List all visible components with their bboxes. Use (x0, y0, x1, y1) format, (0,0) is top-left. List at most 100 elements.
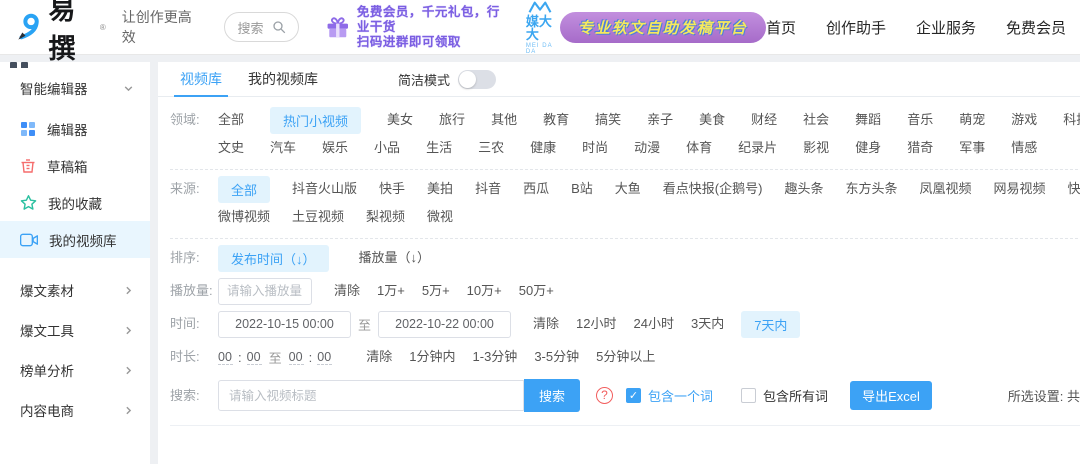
source-chip[interactable]: 东方头条 (845, 175, 897, 203)
source-chip[interactable]: 抖音火山版 (292, 175, 357, 203)
export-excel-button[interactable]: 导出Excel (850, 381, 932, 410)
duration-option[interactable]: 5分钟以上 (596, 343, 655, 371)
category-chip[interactable]: 时尚 (582, 134, 608, 162)
source-chip[interactable]: 快手 (379, 175, 405, 203)
category-chip[interactable]: 社会 (803, 106, 829, 134)
category-chip[interactable]: 全部 (218, 106, 244, 134)
source-chip[interactable]: 微视 (427, 203, 453, 231)
source-chip[interactable]: 美拍 (427, 175, 453, 203)
category-chip[interactable]: 汽车 (270, 134, 296, 162)
duration-from-sec-input[interactable] (247, 350, 262, 365)
sidebar-item-my-video-library[interactable]: 我的视频库 (0, 221, 150, 258)
sidebar-section-hot-materials[interactable]: 爆文素材 (0, 270, 150, 310)
category-chip[interactable]: 纪录片 (738, 134, 777, 162)
category-chip[interactable]: 动漫 (634, 134, 660, 162)
source-chip[interactable]: 梨视频 (366, 203, 405, 231)
duration-to-sec-input[interactable] (317, 350, 332, 365)
category-chip[interactable]: 旅行 (439, 106, 465, 134)
source-chip[interactable]: B站 (571, 175, 593, 203)
source-chip[interactable]: 西瓜 (523, 175, 549, 203)
category-chip[interactable]: 搞笑 (595, 106, 621, 134)
time-option[interactable]: 清除 (533, 310, 559, 338)
sidebar-item-drafts[interactable]: 草稿箱 (0, 147, 150, 184)
include-one-word-checkbox[interactable]: ✓ 包含一个词 (626, 386, 713, 405)
sidebar-group-smart-editor[interactable]: 智能编辑器 (0, 62, 150, 110)
source-chip[interactable]: 趣头条 (784, 175, 823, 203)
source-chip[interactable]: 抖音 (475, 175, 501, 203)
category-chip[interactable]: 文史 (218, 134, 244, 162)
source-chip[interactable]: 土豆视频 (292, 203, 344, 231)
source-chip[interactable]: 凤凰视频 (919, 175, 971, 203)
sidebar-item-favorites[interactable]: 我的收藏 (0, 184, 150, 221)
source-chip[interactable]: 微博视频 (218, 203, 270, 231)
plays-option[interactable]: 5万+ (422, 277, 450, 305)
plays-option[interactable]: 清除 (334, 277, 360, 305)
source-chip[interactable]: 网易视频 (994, 175, 1046, 203)
category-chip[interactable]: 体育 (686, 134, 712, 162)
duration-option[interactable]: 清除 (366, 343, 392, 371)
time-to-input[interactable] (378, 311, 511, 338)
category-chip[interactable]: 萌宠 (959, 106, 985, 134)
category-chip[interactable]: 美食 (699, 106, 725, 134)
time-from-input[interactable] (218, 311, 351, 338)
time-option[interactable]: 3天内 (691, 310, 724, 338)
sidebar-section-ecommerce[interactable]: 内容电商 (0, 390, 150, 430)
duration-option[interactable]: 3-5分钟 (534, 343, 579, 371)
include-all-words-checkbox[interactable]: 包含所有词 (741, 386, 828, 405)
category-chip[interactable]: 舞蹈 (855, 106, 881, 134)
promo-group-banner[interactable]: 免费会员，千元礼包，行业干货 扫码进群即可领取 (325, 5, 512, 50)
category-chip[interactable]: 娱乐 (322, 134, 348, 162)
sort-chip[interactable]: 播放量（↓） (359, 244, 431, 272)
nav-item[interactable]: 企业服务 (916, 17, 976, 38)
time-option[interactable]: 7天内 (741, 311, 800, 338)
tab-video-library[interactable]: 视频库 (180, 62, 222, 97)
sidebar-section-rankings[interactable]: 榜单分析 (0, 350, 150, 390)
plays-option[interactable]: 1万+ (377, 277, 405, 305)
simple-mode-toggle[interactable] (458, 70, 496, 89)
header-search[interactable]: 搜索 (224, 12, 300, 42)
nav-item[interactable]: 首页 (766, 17, 796, 38)
category-chip[interactable]: 情感 (1011, 134, 1037, 162)
duration-from-min-input[interactable] (218, 350, 233, 365)
plays-option[interactable]: 50万+ (519, 277, 554, 305)
category-chip[interactable]: 影视 (803, 134, 829, 162)
category-chip[interactable]: 游戏 (1011, 106, 1037, 134)
search-button[interactable]: 搜索 (524, 379, 580, 412)
video-title-search-input[interactable] (218, 380, 524, 411)
promo-media-banner[interactable]: 媒大大 MEI DA DA 专业软文自助发稿平台 (526, 0, 766, 55)
category-chip[interactable]: 军事 (959, 134, 985, 162)
category-chip[interactable]: 猎奇 (907, 134, 933, 162)
source-chip[interactable]: 快视频 (1068, 175, 1080, 203)
category-chip[interactable]: 三农 (478, 134, 504, 162)
source-chip[interactable]: 看点快报(企鹅号) (663, 175, 763, 203)
source-chip[interactable]: 全部 (218, 176, 270, 203)
category-chip[interactable]: 小品 (374, 134, 400, 162)
category-chip[interactable]: 亲子 (647, 106, 673, 134)
nav-item[interactable]: 免费会员 (1006, 17, 1066, 38)
category-chip[interactable]: 教育 (543, 106, 569, 134)
plays-option[interactable]: 10万+ (467, 277, 502, 305)
category-chip[interactable]: 科技 (1063, 106, 1080, 134)
category-chip[interactable]: 美女 (387, 106, 413, 134)
category-chip[interactable]: 生活 (426, 134, 452, 162)
duration-option[interactable]: 1-3分钟 (473, 343, 518, 371)
category-chip[interactable]: 健身 (855, 134, 881, 162)
duration-option[interactable]: 1分钟内 (409, 343, 455, 371)
time-option[interactable]: 12小时 (576, 310, 616, 338)
duration-to-min-input[interactable] (289, 350, 304, 365)
category-chip[interactable]: 健康 (530, 134, 556, 162)
category-chip[interactable]: 音乐 (907, 106, 933, 134)
nav-item[interactable]: 创作助手 (826, 17, 886, 38)
plays-input[interactable] (218, 278, 312, 305)
question-icon[interactable]: ? (596, 387, 613, 404)
time-option[interactable]: 24小时 (634, 310, 674, 338)
category-chip[interactable]: 其他 (491, 106, 517, 134)
sidebar-item-editor[interactable]: 编辑器 (0, 110, 150, 147)
category-chip[interactable]: 财经 (751, 106, 777, 134)
source-chip[interactable]: 大鱼 (615, 175, 641, 203)
sort-chip[interactable]: 发布时间（↓） (218, 245, 329, 272)
logo[interactable]: 易撰 ® (16, 0, 106, 66)
category-chip[interactable]: 热门小视频 (270, 107, 361, 134)
tab-my-video-library[interactable]: 我的视频库 (248, 62, 318, 97)
sidebar-section-hot-tools[interactable]: 爆文工具 (0, 310, 150, 350)
